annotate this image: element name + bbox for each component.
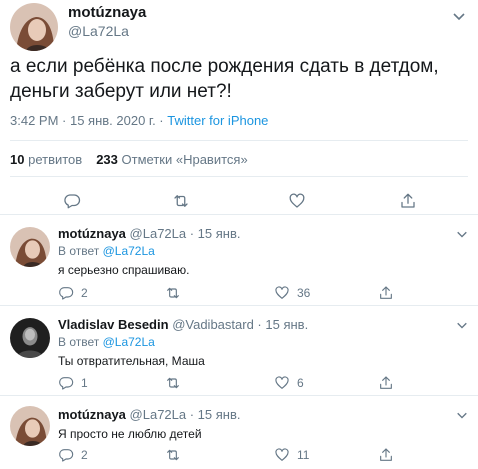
handle[interactable]: @La72La [68, 23, 129, 39]
likes-label: Отметки «Нравится» [121, 152, 248, 167]
likes-count: 233 [96, 152, 118, 167]
tweet-text: а если ребёнка после рождения сдать в де… [10, 56, 439, 102]
reply-header: motúznaya @La72La · 15 янв. [58, 226, 241, 241]
tweet-meta: 3:42 PM · 15 янв. 2020 г. · Twitter for … [10, 113, 268, 128]
like-icon[interactable] [274, 285, 290, 301]
retweets-label: ретвитов [28, 152, 83, 167]
reply-date[interactable]: 15 янв. [198, 407, 241, 422]
tweet-time[interactable]: 3:42 PM · 15 янв. 2020 г. · [10, 113, 167, 128]
share-icon[interactable] [378, 447, 394, 463]
tweet-source[interactable]: Twitter for iPhone [167, 113, 268, 128]
reply-count: 2 [81, 448, 88, 462]
reply-header: Vladislav Besedin @Vadibastard · 15 янв. [58, 317, 309, 332]
mention-link[interactable]: @La72La [103, 335, 155, 349]
retweet-icon[interactable] [165, 285, 181, 301]
like-icon[interactable] [274, 447, 290, 463]
reply-count: 1 [81, 376, 88, 390]
reply-tweet[interactable]: motúznaya @La72La · 15 янв. В ответ @La7… [0, 215, 478, 306]
chevron-down-icon[interactable] [456, 228, 468, 240]
handle[interactable]: @Vadibastard [172, 317, 254, 332]
reply-text: Ты отвратительная, Маша [58, 354, 205, 368]
display-name[interactable]: motúznaya [68, 4, 146, 21]
share-icon[interactable] [378, 375, 394, 391]
reply-icon[interactable] [58, 285, 74, 301]
divider [10, 176, 468, 177]
reply-icon[interactable] [63, 192, 81, 210]
mention-link[interactable]: @La72La [103, 244, 155, 258]
display-name[interactable]: Vladislav Besedin [58, 317, 169, 332]
tweet-stats: 10 ретвитов 233 Отметки «Нравится» [10, 152, 248, 167]
retweet-icon[interactable] [165, 447, 181, 463]
like-icon[interactable] [274, 375, 290, 391]
retweet-icon[interactable] [172, 192, 190, 210]
display-name[interactable]: motúznaya [58, 226, 126, 241]
retweets-stat[interactable]: 10 ретвитов [10, 152, 82, 167]
retweet-icon[interactable] [165, 375, 181, 391]
share-icon[interactable] [399, 192, 417, 210]
retweets-count: 10 [10, 152, 25, 167]
handle[interactable]: @La72La [130, 407, 187, 422]
reply-text: Я просто не люблю детей [58, 427, 202, 441]
in-reply-prefix: В ответ [58, 335, 103, 349]
chevron-down-icon[interactable] [452, 9, 466, 23]
likes-stat[interactable]: 233 Отметки «Нравится» [96, 152, 247, 167]
display-name[interactable]: motúznaya [58, 407, 126, 422]
main-tweet: motúznaya @La72La а если ребёнка после р… [0, 0, 478, 215]
reply-icon[interactable] [58, 447, 74, 463]
in-reply-to: В ответ @La72La [58, 244, 155, 258]
reply-date[interactable]: 15 янв. [198, 226, 241, 241]
in-reply-prefix: В ответ [58, 244, 103, 258]
reply-tweet[interactable]: motúznaya @La72La · 15 янв. Я просто не … [0, 396, 478, 469]
like-count: 11 [297, 448, 310, 462]
reply-count: 2 [81, 286, 88, 300]
like-count: 6 [297, 376, 304, 390]
divider [10, 140, 468, 141]
like-count: 36 [297, 286, 311, 300]
reply-date[interactable]: 15 янв. [265, 317, 308, 332]
handle[interactable]: @La72La [130, 226, 187, 241]
avatar[interactable] [10, 227, 50, 267]
avatar[interactable] [10, 318, 50, 358]
reply-header: motúznaya @La72La · 15 янв. [58, 407, 241, 422]
in-reply-to: В ответ @La72La [58, 335, 155, 349]
chevron-down-icon[interactable] [456, 409, 468, 421]
like-icon[interactable] [288, 192, 306, 210]
share-icon[interactable] [378, 285, 394, 301]
avatar[interactable] [10, 406, 50, 446]
avatar[interactable] [10, 3, 58, 51]
chevron-down-icon[interactable] [456, 319, 468, 331]
reply-tweet[interactable]: Vladislav Besedin @Vadibastard · 15 янв.… [0, 306, 478, 396]
reply-icon[interactable] [58, 375, 74, 391]
reply-text: я серьезно спрашиваю. [58, 263, 190, 277]
